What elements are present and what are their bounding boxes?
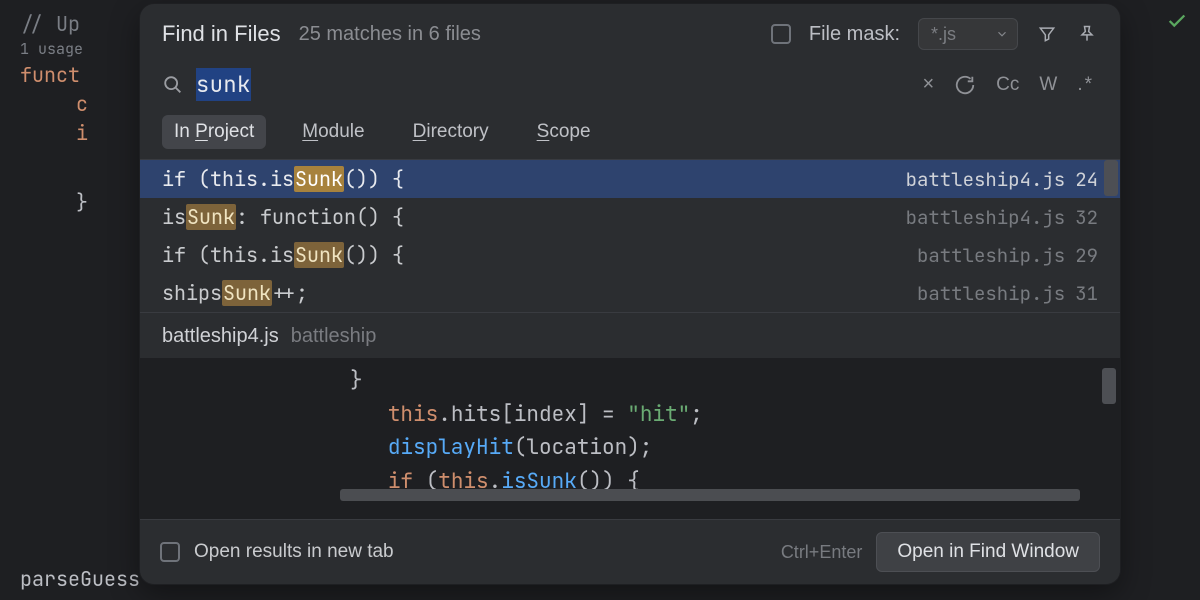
preview-line: } bbox=[140, 364, 1120, 398]
preview-path: battleship bbox=[291, 325, 377, 348]
match-count-label: 25 matches in 6 files bbox=[299, 23, 481, 46]
search-input[interactable]: sunk bbox=[196, 68, 251, 101]
result-row[interactable]: if (this.isSunk()) { battleship.js29 bbox=[140, 236, 1120, 274]
match-case-toggle[interactable]: Cc bbox=[992, 72, 1023, 98]
file-mask-value: *.js bbox=[931, 24, 956, 45]
preview-pane[interactable]: } this.hits[index] = "hit"; displayHit(l… bbox=[140, 358, 1120, 519]
search-history-button[interactable] bbox=[950, 72, 980, 98]
result-row[interactable]: shipsSunk++; battleship.js31 bbox=[140, 274, 1120, 312]
search-row: sunk × Cc W .* bbox=[140, 58, 1120, 111]
results-scrollbar[interactable] bbox=[1104, 160, 1118, 196]
open-new-tab-checkbox[interactable] bbox=[160, 542, 180, 562]
search-icon bbox=[162, 74, 184, 96]
inspection-ok-icon bbox=[1166, 10, 1188, 32]
breadcrumb-function: parseGuess bbox=[20, 565, 140, 594]
scope-tab-scope[interactable]: Scope bbox=[525, 115, 603, 149]
shortcut-hint: Ctrl+Enter bbox=[781, 542, 863, 563]
find-in-files-dialog: Find in Files 25 matches in 6 files File… bbox=[140, 4, 1120, 584]
whole-words-toggle[interactable]: W bbox=[1035, 72, 1061, 98]
open-in-find-window-button[interactable]: Open in Find Window bbox=[876, 532, 1100, 572]
pin-icon[interactable] bbox=[1076, 23, 1098, 45]
preview-line: displayHit(location); bbox=[140, 431, 1120, 465]
file-mask-label: File mask: bbox=[809, 23, 900, 46]
preview-line: this.hits[index] = "hit"; bbox=[140, 398, 1120, 432]
clear-search-button[interactable]: × bbox=[918, 71, 938, 98]
preview-header: battleship4.js battleship bbox=[140, 312, 1120, 358]
file-mask-select[interactable]: *.js bbox=[918, 18, 1018, 50]
preview-h-scrollbar[interactable] bbox=[340, 489, 1080, 501]
preview-filename: battleship4.js bbox=[162, 325, 279, 348]
dialog-header: Find in Files 25 matches in 6 files File… bbox=[140, 4, 1120, 58]
results-list: if (this.isSunk()) { battleship4.js24 is… bbox=[140, 159, 1120, 312]
regex-toggle[interactable]: .* bbox=[1073, 72, 1098, 98]
file-mask-checkbox[interactable] bbox=[771, 24, 791, 44]
editor-keyword: funct bbox=[20, 62, 80, 88]
filter-icon[interactable] bbox=[1036, 23, 1058, 45]
chevron-down-icon bbox=[995, 27, 1009, 41]
dialog-title: Find in Files bbox=[162, 21, 281, 47]
open-new-tab-label: Open results in new tab bbox=[194, 541, 394, 563]
editor-line-frag: i bbox=[76, 120, 88, 146]
result-row[interactable]: if (this.isSunk()) { battleship4.js24 bbox=[140, 160, 1120, 198]
scope-tab-directory[interactable]: Directory bbox=[401, 115, 501, 149]
scope-tabs: In Project Module Directory Scope bbox=[140, 111, 1120, 159]
dialog-footer: Open results in new tab Ctrl+Enter Open … bbox=[140, 519, 1120, 584]
result-row[interactable]: isSunk: function() { battleship4.js32 bbox=[140, 198, 1120, 236]
scope-tab-project[interactable]: In Project bbox=[162, 115, 266, 149]
preview-v-scrollbar[interactable] bbox=[1102, 368, 1116, 404]
scope-tab-module[interactable]: Module bbox=[290, 115, 376, 149]
editor-line-frag: c bbox=[76, 91, 88, 117]
